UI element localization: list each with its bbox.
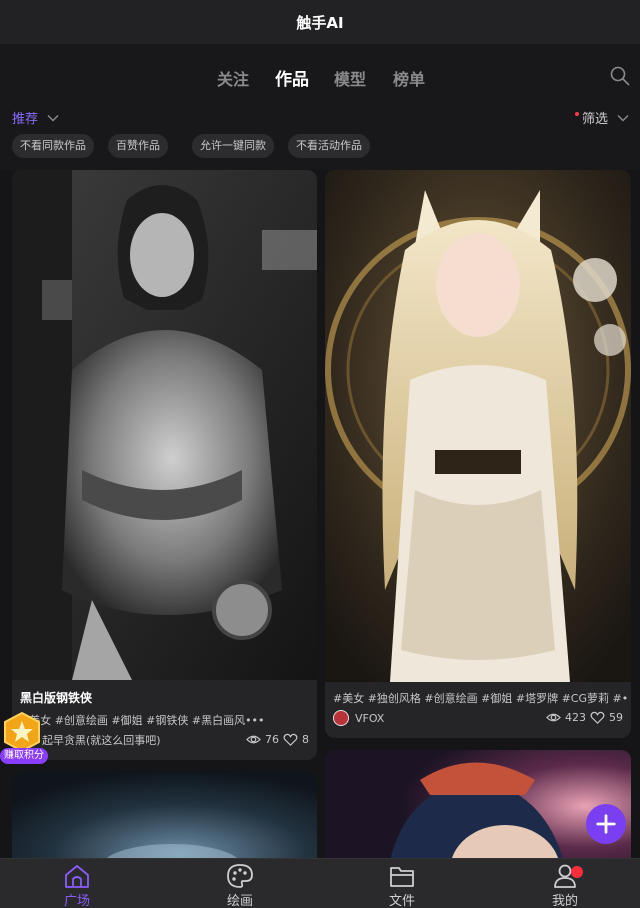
chevron-down-icon <box>617 114 629 121</box>
create-button[interactable] <box>586 804 626 844</box>
app-header: 触手AI <box>0 0 640 44</box>
app-title: 触手AI <box>296 13 344 32</box>
tab-ranking[interactable]: 榜单 <box>393 66 425 90</box>
artwork-tags[interactable]: #美女 #创意绘画 #御姐 #钢铁侠 #黑白画风••• <box>20 712 310 728</box>
filter-bar: 推荐 筛选 <box>0 104 640 130</box>
nav-label: 广场 <box>63 894 90 908</box>
nav-me[interactable]: 我的 <box>535 863 595 908</box>
author-name: VFOX <box>355 711 385 725</box>
author-name: 起早贪黑(就这么回事吧) <box>42 734 161 747</box>
artwork-image[interactable] <box>325 170 631 682</box>
plus-icon <box>596 814 616 834</box>
artwork-image[interactable] <box>12 170 317 680</box>
top-tabs: 关注 作品 模型 榜单 <box>0 44 640 104</box>
notification-dot <box>571 866 583 878</box>
earn-points-badge[interactable]: 赚取积分 <box>0 712 52 764</box>
eye-icon <box>546 713 561 722</box>
tab-works[interactable]: 作品 <box>275 65 309 90</box>
home-icon <box>65 865 89 888</box>
artwork-tags[interactable]: #美女 #独创风格 #创意绘画 #御姐 #塔罗牌 #CG萝莉 #••• <box>333 690 628 706</box>
nav-label: 我的 <box>551 894 578 908</box>
eye-icon <box>246 735 261 744</box>
heart-icon[interactable] <box>590 710 605 725</box>
palette-icon <box>227 864 253 888</box>
artwork-stats: 423 59 <box>546 710 623 725</box>
earn-points-label: 赚取积分 <box>0 748 48 764</box>
view-count: 76 <box>265 733 279 746</box>
artwork-author[interactable]: VFOX <box>333 710 384 726</box>
nav-draw[interactable]: 绘画 <box>210 863 270 908</box>
chevron-down-icon <box>47 114 59 121</box>
artwork-stats: 76 8 <box>246 732 309 747</box>
like-count: 8 <box>302 733 309 746</box>
artwork-card[interactable]: 黑白版钢铁侠 #美女 #创意绘画 #御姐 #钢铁侠 #黑白画风••• 起早贪黑(… <box>12 170 317 760</box>
artwork-title: 黑白版钢铁侠 <box>20 691 93 705</box>
nav-plaza[interactable]: 广场 <box>47 863 107 908</box>
like-count: 59 <box>609 711 623 724</box>
sort-label: 推荐 <box>12 112 39 127</box>
chip-hundred-likes[interactable]: 百赞作品 <box>108 134 168 158</box>
tab-models[interactable]: 模型 <box>334 66 366 90</box>
tab-follow[interactable]: 关注 <box>217 66 249 90</box>
filter-dropdown[interactable]: 筛选 <box>574 108 630 127</box>
author-avatar[interactable] <box>333 710 349 726</box>
view-count: 423 <box>565 711 586 724</box>
filter-chips: 不看同款作品 百赞作品 允许一键同款 不看活动作品 <box>0 130 640 170</box>
chip-allow-copy[interactable]: 允许一键同款 <box>192 134 274 158</box>
star-badge-icon <box>4 712 40 752</box>
folder-icon <box>390 867 414 887</box>
bottom-navigation: 广场 绘画 文件 我的 <box>0 858 640 908</box>
nav-files[interactable]: 文件 <box>372 863 432 908</box>
chip-hide-same[interactable]: 不看同款作品 <box>12 134 94 158</box>
search-icon[interactable] <box>610 66 630 86</box>
heart-icon[interactable] <box>283 732 298 747</box>
filter-label: 筛选 <box>581 112 608 127</box>
chip-hide-events[interactable]: 不看活动作品 <box>288 134 370 158</box>
nav-label: 绘画 <box>226 894 253 908</box>
artwork-card[interactable]: #美女 #独创风格 #创意绘画 #御姐 #塔罗牌 #CG萝莉 #••• VFOX… <box>325 170 631 738</box>
nav-label: 文件 <box>388 894 415 908</box>
sort-dropdown[interactable]: 推荐 <box>12 108 60 127</box>
filter-indicator-dot <box>574 111 579 116</box>
